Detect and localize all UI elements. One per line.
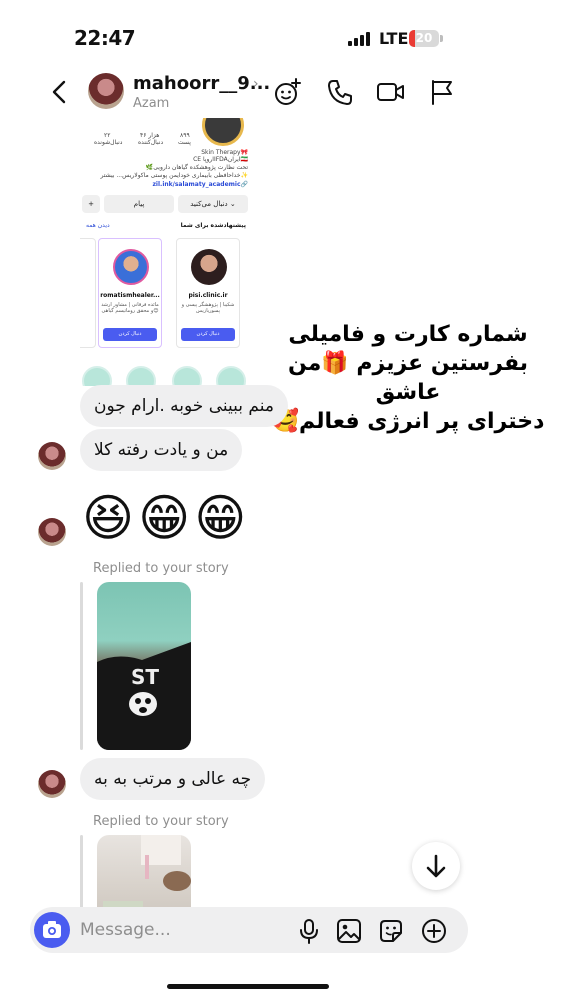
story-image: ST xyxy=(97,642,191,750)
message-button: پیام xyxy=(104,195,174,213)
profile-picture xyxy=(202,118,244,146)
signal-icon xyxy=(348,32,372,46)
effects-icon[interactable] xyxy=(273,77,303,107)
caption-line: دخترای پر انرژی فعالم🥰 xyxy=(271,409,545,434)
avatar[interactable] xyxy=(38,518,66,546)
highlight-icon xyxy=(216,366,246,386)
posts-count: ۸۹۹ xyxy=(180,132,190,139)
highlight-icon xyxy=(172,366,202,386)
suggested-card: romatismhealer... مائده فرقانی | مشاور ا… xyxy=(98,238,162,348)
suggested-label: پیشنهادشده برای شما xyxy=(180,222,246,229)
message-bubble[interactable]: من و یادت رفته کلا xyxy=(80,429,243,471)
suggested-desc: شکیبا | پژوهشگر پیسی و پسوریازیس xyxy=(181,302,235,314)
followers-count: ۴۶ هزار xyxy=(140,132,160,139)
back-icon[interactable] xyxy=(46,78,74,106)
status-time: 22:47 xyxy=(74,26,136,50)
bio-line: ✨خداحافظی بابیماری خودایمن پوستی ماکولار… xyxy=(100,172,248,179)
suggested-avatar xyxy=(191,249,227,285)
message-bubble[interactable]: چه عالی و مرتب به به xyxy=(80,758,266,800)
suggested-name: romatismhealer... xyxy=(100,292,160,299)
shared-profile-image[interactable]: ۸۹۹ ۴۶ هزار ۲۲ پست دنبال‌کننده دنبال‌شون… xyxy=(80,118,250,386)
battery-icon: 20 xyxy=(409,30,439,47)
avatar[interactable] xyxy=(38,442,66,470)
message-bubble[interactable]: منم ببینی خوبه .ارام جون xyxy=(80,385,288,427)
add-person-icon: + xyxy=(82,195,100,213)
scroll-down-button[interactable] xyxy=(412,842,460,890)
reply-label: Replied to your story xyxy=(93,561,229,576)
overlay-caption: شماره کارت و فامیلی بفرستین عزیزم 🎁من عا… xyxy=(262,316,554,440)
suggested-follow-button: دنبال کردن xyxy=(181,328,235,341)
suggested-name: pisi.clinic.ir xyxy=(188,292,228,299)
suggested-follow-button: دنبال کردن xyxy=(103,328,157,341)
gallery-icon[interactable] xyxy=(336,918,362,944)
message-input[interactable] xyxy=(80,918,260,942)
caption-line: شماره کارت و فامیلی xyxy=(288,322,528,347)
message-composer xyxy=(30,907,468,953)
followers-label: دنبال‌کننده xyxy=(138,139,164,146)
caption-line: بفرستین عزیزم 🎁من عاشق xyxy=(287,351,529,405)
following-label: دنبال‌شونده xyxy=(94,139,123,146)
suggested-card: pisi.clinic.ir شکیبا | پژوهشگر پیسی و پس… xyxy=(176,238,240,348)
bio-line: CE اروپاIFDAایران🇮🇷 xyxy=(193,156,248,163)
chat-subtitle: Azam xyxy=(133,96,170,111)
posts-label: پست xyxy=(178,139,191,146)
video-icon[interactable] xyxy=(375,77,405,107)
chat-username[interactable]: mahoorr__9... xyxy=(133,73,270,94)
suggested-avatar xyxy=(113,249,149,285)
avatar[interactable] xyxy=(38,770,66,798)
story-thumbnail[interactable] xyxy=(97,835,191,908)
chevron-right-icon[interactable]: › xyxy=(253,76,259,92)
home-indicator[interactable] xyxy=(167,984,329,989)
sticker-icon[interactable] xyxy=(378,918,404,944)
network-label: LTE xyxy=(379,29,409,48)
arrow-down-icon xyxy=(426,854,446,878)
flag-icon[interactable] xyxy=(427,77,457,107)
battery-tip xyxy=(440,35,443,42)
chat-header: mahoorr__9... › Azam xyxy=(0,68,563,118)
camera-icon xyxy=(43,921,61,938)
avatar[interactable] xyxy=(88,73,124,109)
highlight-icon xyxy=(126,366,156,386)
story-image xyxy=(103,835,191,908)
camera-button[interactable] xyxy=(34,912,70,948)
battery-level: 20 xyxy=(415,31,433,45)
reply-divider xyxy=(80,835,83,908)
bio-line: Skin Therapy🎀 xyxy=(201,149,248,156)
following-count: ۲۲ xyxy=(104,132,111,139)
plus-icon[interactable] xyxy=(421,918,447,944)
reply-divider xyxy=(80,582,83,750)
phone-icon[interactable] xyxy=(325,77,355,107)
status-bar: 22:47 LTE 20 xyxy=(0,0,563,70)
suggested-desc: مائده فرقانی | مشاور ارشد و محقق روماتیس… xyxy=(101,302,159,314)
see-all-link: دیدن همه xyxy=(86,222,110,229)
story-thumbnail[interactable]: ST xyxy=(97,582,191,750)
svg-text:ST: ST xyxy=(131,665,159,689)
bio-link: zil.ink/salamaty_academic🔗 xyxy=(152,181,248,188)
suggested-card-partial xyxy=(80,238,96,348)
chat-thread[interactable]: ۸۹۹ ۴۶ هزار ۲۲ پست دنبال‌کننده دنبال‌شون… xyxy=(0,118,563,908)
following-button: دنبال می‌کنید ⌄ xyxy=(178,195,248,213)
microphone-icon[interactable] xyxy=(296,918,322,944)
bio-line: تحت نظارت پژوهشکده گیاهان دارویی🌿 xyxy=(145,164,248,171)
highlight-icon xyxy=(82,366,112,386)
reply-label: Replied to your story xyxy=(93,814,229,829)
emoji-message[interactable]: 😆😁😁 xyxy=(82,490,250,546)
